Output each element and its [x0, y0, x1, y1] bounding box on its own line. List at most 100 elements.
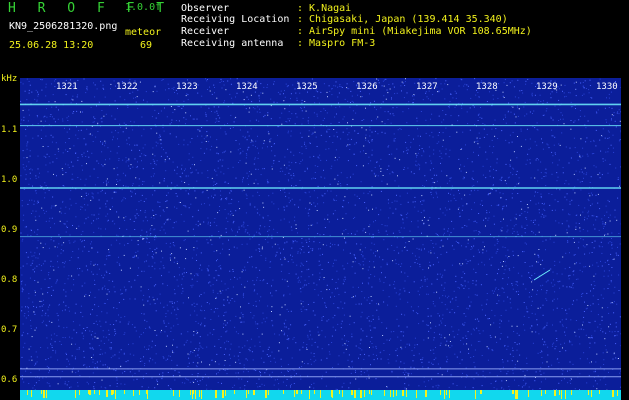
strip-tick [75, 390, 76, 398]
strip-tick [146, 390, 148, 394]
strip-tick [444, 390, 445, 399]
strip-tick [406, 390, 407, 397]
strip-tick [173, 390, 174, 396]
strip-tick [133, 390, 134, 396]
strip-tick [565, 390, 566, 399]
strip-tick [402, 390, 404, 396]
strip-tick [111, 390, 113, 395]
y-tick-label: 0.9 [1, 225, 18, 235]
x-tick-label: 1329 [536, 82, 558, 92]
y-tick-label: 1.0 [1, 175, 18, 185]
x-tick-label: 1324 [236, 82, 258, 92]
strip-tick [89, 390, 91, 395]
strip-tick [222, 390, 223, 396]
strip-tick [369, 390, 370, 394]
strip-tick [332, 390, 333, 398]
strip-tick [190, 390, 191, 394]
strip-tick [354, 390, 356, 398]
strip-tick [99, 390, 100, 395]
strip-tick [588, 390, 589, 395]
info-key-antenna: Receiving antenna [181, 38, 284, 49]
strip-tick [94, 390, 95, 394]
strip-tick [561, 390, 562, 399]
strip-tick [46, 390, 47, 398]
strip-tick [106, 390, 108, 397]
x-tick-label: 1321 [56, 82, 78, 92]
y-tick-label: 0.6 [1, 375, 18, 385]
strip-tick [193, 390, 194, 394]
meteor-count: 69 [140, 40, 153, 51]
strip-tick [195, 390, 196, 399]
strip-tick [283, 390, 284, 394]
meteor-label: meteor [125, 27, 162, 38]
info-value-receiver: : AirSpy mini (Miakejima VOR 108.65MHz) [297, 26, 532, 37]
strip-tick [115, 390, 116, 399]
info-value-antenna: : Maspro FM-3 [297, 38, 376, 49]
x-tick-label: 1330 [596, 82, 618, 92]
strip-tick [612, 390, 614, 397]
strip-tick [512, 390, 514, 394]
x-tick-label: 1323 [176, 82, 198, 92]
strip-tick [440, 390, 441, 395]
strip-tick [320, 390, 321, 398]
strip-tick [515, 390, 516, 399]
info-key-observer: Observer [181, 3, 230, 14]
strip-tick [43, 390, 45, 396]
strip-tick [294, 390, 295, 397]
strip-tick [215, 390, 217, 398]
spectrogram-plot [20, 78, 621, 390]
app-version: 1.0.0f [125, 2, 162, 13]
info-value-observer: : K.Nagai [297, 3, 352, 14]
datetime: 25.06.28 13:20 [9, 40, 94, 51]
strip-tick [559, 390, 560, 395]
strip-tick [591, 390, 592, 397]
strip-tick [342, 390, 343, 397]
strip-tick [79, 390, 80, 395]
strip-tick [390, 390, 391, 397]
strip-tick [314, 390, 315, 394]
strip-tick [393, 390, 394, 397]
strip-tick [199, 390, 200, 397]
strip-tick [364, 390, 365, 397]
strip-tick [480, 390, 482, 394]
strip-tick [516, 390, 518, 399]
strip-tick [113, 390, 114, 394]
strip-tick [416, 390, 417, 398]
strip-tick [339, 390, 340, 394]
strip-tick [268, 390, 269, 395]
strip-tick [124, 390, 125, 394]
info-key-receiver: Receiver [181, 26, 230, 37]
x-tick-label: 1327 [416, 82, 438, 92]
noise-speckle [20, 78, 621, 390]
meteor-echo [533, 269, 551, 281]
strip-tick [384, 390, 385, 396]
y-tick-label: 1.1 [1, 125, 18, 135]
strip-tick [554, 390, 556, 396]
info-value-location: : Chigasaki, Japan (139.414 35.340) [297, 14, 508, 25]
strip-tick [234, 390, 235, 394]
strip-tick [449, 390, 450, 398]
strip-tick [446, 390, 447, 395]
strip-tick [599, 390, 600, 394]
strip-tick [371, 390, 372, 395]
strip-tick [139, 390, 140, 395]
strip-tick [253, 390, 255, 395]
strip-tick [541, 390, 542, 396]
strip-tick [265, 390, 267, 398]
y-tick-label: 0.7 [1, 325, 18, 335]
strip-tick [617, 390, 618, 396]
strip-tick [545, 390, 546, 394]
strip-tick [248, 390, 249, 394]
strip-tick [475, 390, 476, 399]
strip-tick [27, 390, 28, 395]
strip-tick [301, 390, 302, 394]
strip-tick [309, 390, 310, 399]
strip-tick [41, 390, 42, 394]
strip-tick [360, 390, 362, 398]
info-key-location: Receiving Location [181, 14, 290, 25]
strip-tick [31, 390, 32, 397]
y-tick-label: 0.8 [1, 275, 18, 285]
bottom-strip [20, 390, 621, 400]
strip-tick [396, 390, 397, 396]
strip-tick [201, 390, 202, 399]
